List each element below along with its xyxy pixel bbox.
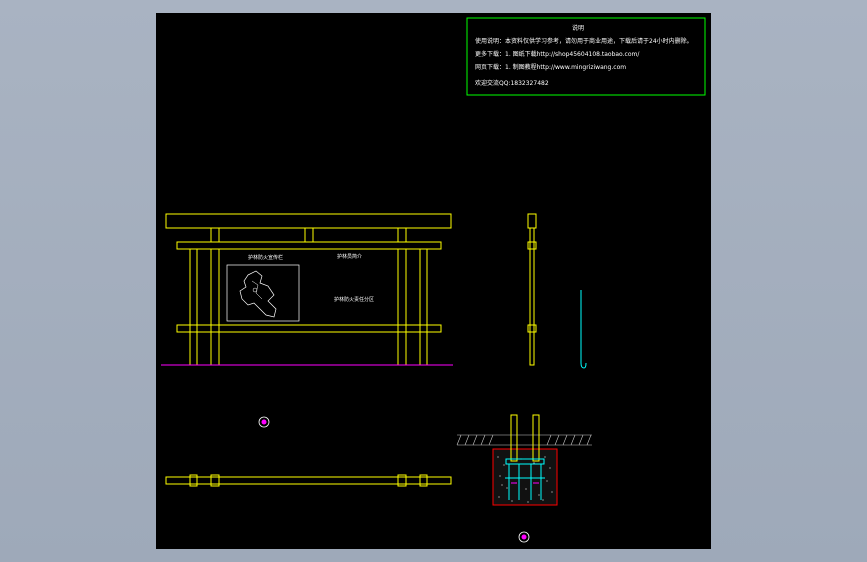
circle-marker-icon[interactable]	[258, 416, 270, 428]
lower-rail	[176, 324, 442, 333]
circle-marker-icon[interactable]	[518, 531, 530, 543]
post-stub	[210, 227, 220, 243]
note-title: 说明	[572, 24, 584, 32]
side-elevation	[527, 213, 537, 366]
signboard-title-left: 护林防火宣传栏	[248, 254, 283, 261]
upper-rail	[176, 241, 442, 250]
right-outer-post	[419, 248, 428, 366]
cad-viewport[interactable]: 说明 使用说明：本资料仅供学习参考，请勿用于商业用途，下载后请于24小时内删除。…	[156, 13, 711, 549]
right-inner-post	[397, 248, 407, 366]
note-line-1: 使用说明：本资料仅供学习参考，请勿用于商业用途，下载后请于24小时内删除。	[475, 37, 693, 45]
note-line-4: 欢迎交流QQ:1832327482	[475, 79, 549, 87]
note-line-2: 更多下载：1. 图纸下载http://shop45604108.taobao.c…	[475, 50, 640, 58]
plan-view	[165, 474, 452, 487]
left-outer-post	[189, 248, 198, 366]
note-line-3: 网页下载：1. 制图教程http://www.mingriziwang.com	[475, 63, 626, 71]
left-inner-post	[210, 248, 220, 366]
post-stub	[304, 227, 314, 243]
front-elevation	[165, 213, 452, 366]
foundation-section	[456, 414, 592, 506]
post-stub	[397, 227, 407, 243]
note-box: 说明 使用说明：本资料仅供学习参考，请勿用于商业用途，下载后请于24小时内删除。…	[466, 17, 706, 96]
forest-area-map-icon	[226, 264, 300, 322]
anchor-bolt-detail	[580, 290, 587, 369]
signboard-title-right: 护林员简介	[337, 253, 362, 260]
signboard-label-bottom: 护林防火责任分区	[334, 296, 374, 303]
top-beam	[165, 213, 452, 229]
cad-drawing[interactable]: 说明 使用说明：本资料仅供学习参考，请勿用于商业用途，下载后请于24小时内删除。…	[156, 13, 711, 549]
footing-border	[492, 448, 558, 506]
